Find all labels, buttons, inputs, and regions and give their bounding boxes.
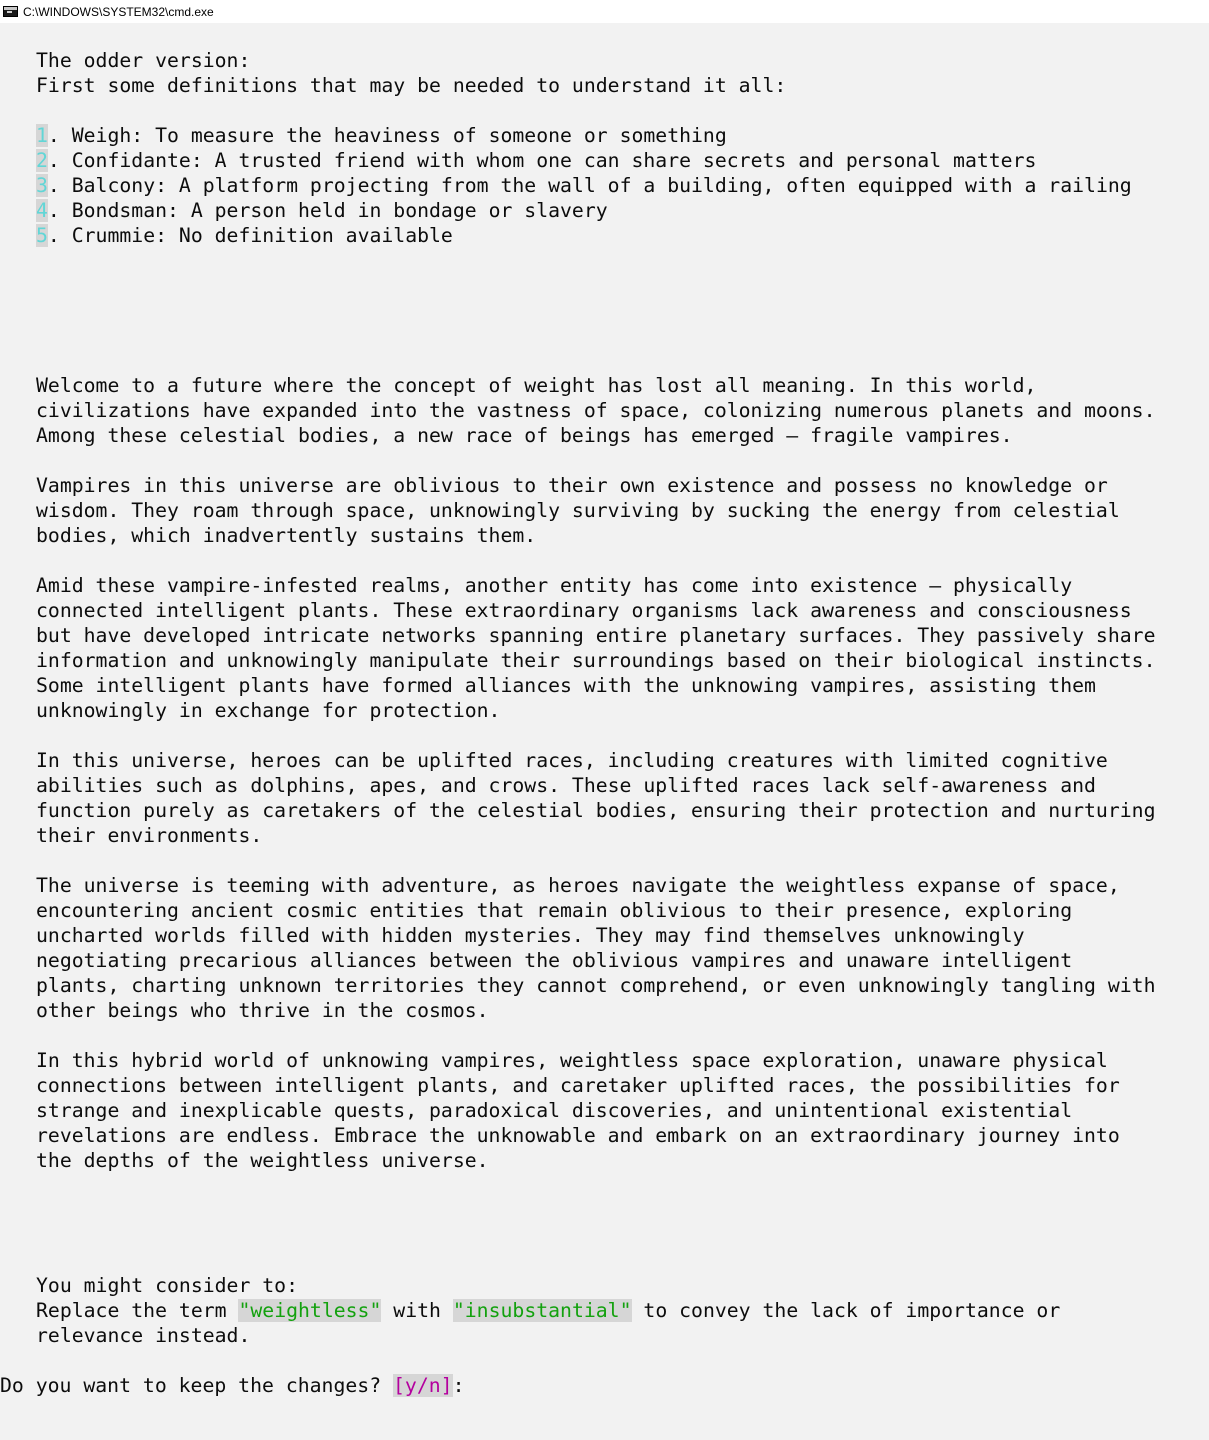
story-line: connections between intelligent plants, … [36,1074,1120,1097]
story-line: function purely as caretakers of the cel… [36,799,1156,822]
story-line: Some intelligent plants have formed alli… [36,674,1096,697]
definition-item: 2. Confidante: A trusted friend with who… [36,148,1036,173]
story-line: Vampires in this universe are oblivious … [36,474,1108,497]
story-line: unknowingly in exchange for protection. [36,699,501,722]
story-line: bodies, which inadvertently sustains the… [36,524,537,547]
definition-text: . Balcony: A platform projecting from th… [47,174,1132,197]
definition-text: . Crummie: No definition available [47,224,453,247]
story-line: information and unknowingly manipulate t… [36,649,1156,672]
story-line: Amid these vampire-infested realms, anot… [36,574,1073,597]
story-line: wisdom. They roam through space, unknowi… [36,499,1120,522]
prompt-question: Do you want to keep the changes? [0,1374,394,1397]
window-title: C:\WINDOWS\SYSTEM32\cmd.exe [23,4,214,19]
suggestion-middle: with [381,1299,453,1322]
suggestion-suffix: to convey the lack of importance or [631,1299,1061,1322]
definition-number: 3 [36,174,48,197]
story-line: their environments. [36,824,263,847]
story-line: In this universe, heroes can be uplifted… [36,749,1108,772]
story-line: Among these celestial bodies, a new race… [36,424,1013,447]
suggestion-intro: You might consider to: [36,1274,299,1297]
definition-text: . Bondsman: A person held in bondage or … [47,199,608,222]
story-line: strange and inexplicable quests, paradox… [36,1099,1073,1122]
story-line: other beings who thrive in the cosmos. [36,999,489,1022]
suggestion-line: Replace the term "weightless" with "insu… [36,1298,1060,1323]
definition-number: 4 [36,199,48,222]
story-line: encountering ancient cosmic entities tha… [36,899,1073,922]
old-term-highlight: "weightless" [238,1299,382,1322]
definition-item: 4. Bondsman: A person held in bondage or… [36,198,608,223]
story-line: the depths of the weightless universe. [36,1149,489,1172]
story-line: The universe is teeming with adventure, … [36,874,1120,897]
story-line: In this hybrid world of unknowing vampir… [36,1049,1108,1072]
definition-item: 5. Crummie: No definition available [36,223,453,248]
suggestion-continuation: relevance instead. [36,1324,251,1347]
story-line: plants, charting unknown territories the… [36,974,1156,997]
story-line: Welcome to a future where the concept of… [36,374,1037,397]
story-line: connected intelligent plants. These extr… [36,599,1132,622]
new-term-highlight: "insubstantial" [452,1299,632,1322]
definition-text: . Weigh: To measure the heaviness of som… [47,124,727,147]
definition-number: 1 [36,124,48,147]
definition-item: 1. Weigh: To measure the heaviness of so… [36,123,727,148]
title-bar[interactable]: C:\WINDOWS\SYSTEM32\cmd.exe [0,0,1209,23]
story-line: abilities such as dolphins, apes, and cr… [36,774,1096,797]
story-line: revelations are endless. Embrace the unk… [36,1124,1120,1147]
definition-number: 2 [36,149,48,172]
header-line: The odder version: [36,49,251,72]
story-line: uncharted worlds filled with hidden myst… [36,924,1025,947]
cmd-icon [3,6,18,17]
console-output[interactable]: The odder version: First some definition… [0,23,1209,1440]
definition-item: 3. Balcony: A platform projecting from t… [36,173,1132,198]
story-line: but have developed intricate networks sp… [36,624,1156,647]
prompt-colon: : [452,1374,465,1397]
prompt-options: [y/n] [393,1374,453,1397]
story-line: negotiating precarious alliances between… [36,949,1073,972]
suggestion-prefix: Replace the term [36,1299,239,1322]
header-line: First some definitions that may be neede… [36,74,787,97]
definition-text: . Confidante: A trusted friend with whom… [47,149,1037,172]
keep-changes-prompt[interactable]: Do you want to keep the changes? [y/n]: [0,1373,464,1398]
story-line: civilizations have expanded into the vas… [36,399,1156,422]
definition-number: 5 [36,224,48,247]
